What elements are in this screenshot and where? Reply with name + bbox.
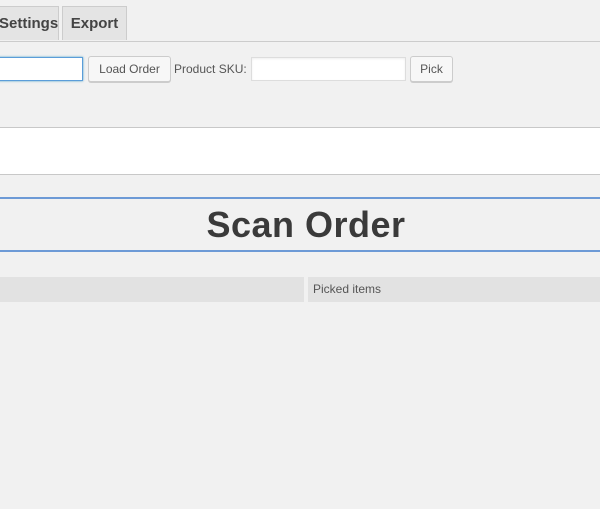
tab-settings[interactable]: Settings <box>0 6 59 40</box>
pick-button[interactable]: Pick <box>410 56 453 82</box>
scan-order-title: Scan Order <box>206 204 406 245</box>
tab-bar: Settings Export <box>0 0 600 42</box>
tab-export[interactable]: Export <box>62 6 127 40</box>
scan-order-banner: Scan Order <box>0 197 600 252</box>
product-sku-input[interactable] <box>251 57 406 81</box>
product-sku-label: Product SKU: <box>174 62 247 76</box>
order-number-input[interactable] <box>0 57 83 81</box>
order-items-header <box>0 277 304 302</box>
picked-items-header: Picked items <box>308 277 600 302</box>
order-info-panel <box>0 127 600 175</box>
order-toolbar: Load Order Product SKU: Pick <box>0 55 600 83</box>
load-order-button[interactable]: Load Order <box>88 56 171 82</box>
